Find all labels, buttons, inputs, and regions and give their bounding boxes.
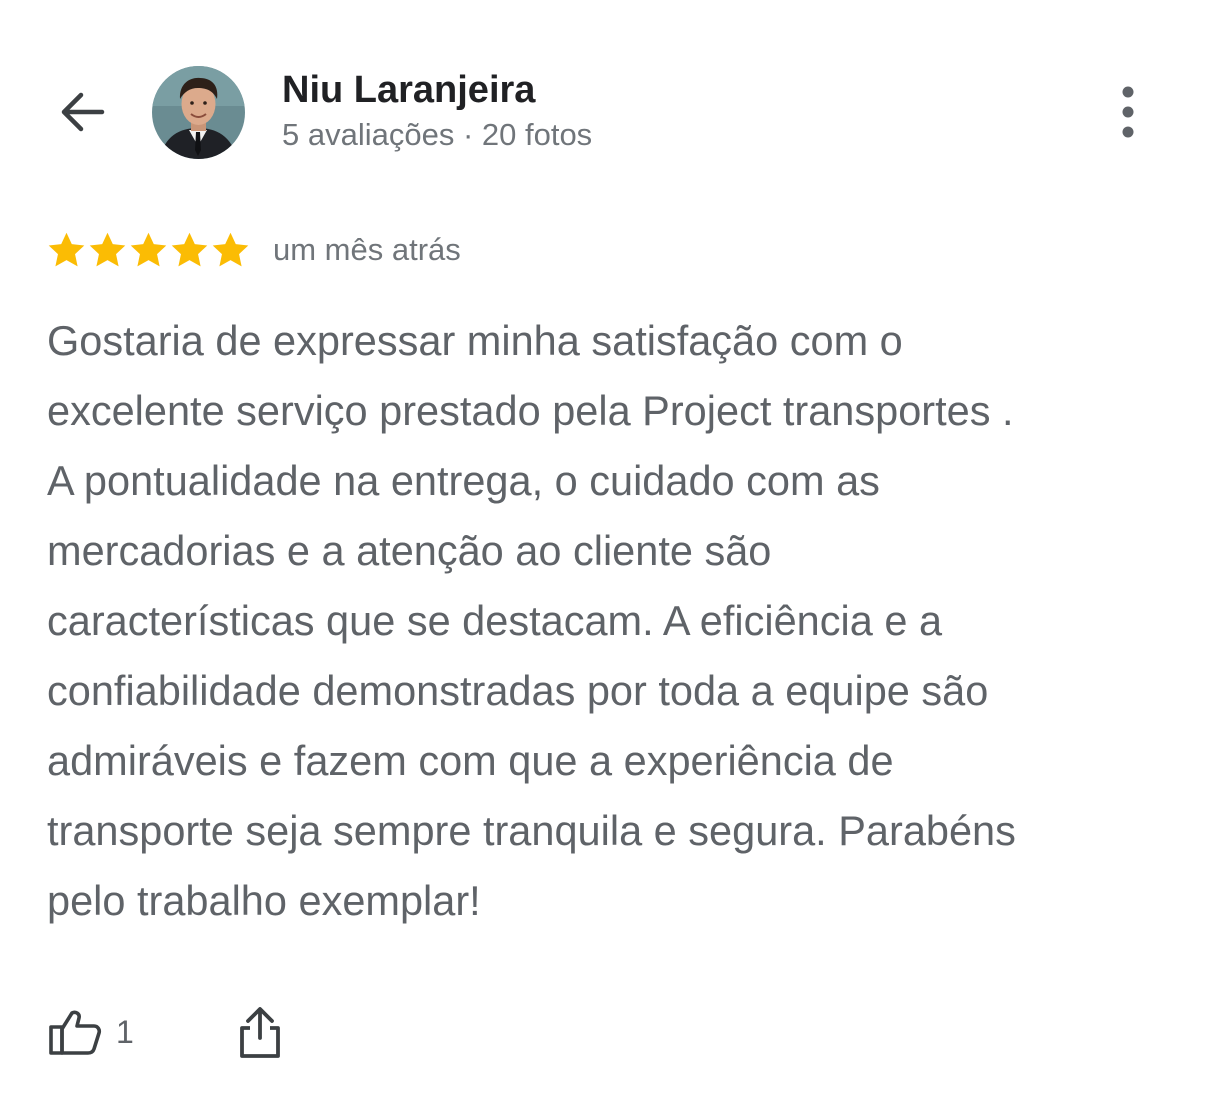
review-text-line: A pontualidade na entrega, o cuidado com… bbox=[47, 457, 880, 504]
review-text-line: pelo trabalho exemplar! bbox=[47, 877, 481, 924]
more-vert-icon bbox=[1122, 86, 1134, 138]
review-text-line: Gostaria de expressar minha satisfação c… bbox=[47, 317, 903, 364]
review-actions: 1 bbox=[46, 1000, 282, 1064]
star-icon bbox=[212, 232, 249, 266]
review-date: um mês atrás bbox=[273, 232, 461, 267]
review-text: Gostaria de expressar minha satisfação c… bbox=[47, 306, 1177, 936]
more-options-button[interactable] bbox=[1104, 84, 1152, 140]
reviewer-meta: 5 avaliações · 20 fotos bbox=[282, 117, 593, 152]
arrow-left-icon bbox=[61, 92, 105, 132]
avatar[interactable] bbox=[152, 66, 245, 159]
star-icon bbox=[130, 232, 167, 266]
review-text-line: mercadorias e a atenção ao cliente são bbox=[47, 527, 772, 574]
star-icon bbox=[48, 232, 85, 266]
star-rating bbox=[46, 230, 251, 271]
like-button[interactable]: 1 bbox=[46, 1008, 134, 1056]
back-button[interactable] bbox=[50, 80, 114, 144]
share-icon bbox=[239, 1007, 280, 1058]
review-text-line: características que se destacam. A efici… bbox=[47, 597, 943, 644]
star-icon bbox=[89, 232, 126, 266]
star-icon bbox=[171, 232, 208, 266]
review-text-line: excelente serviço prestado pela Project … bbox=[47, 387, 1014, 434]
review-text-line: transporte seja sempre tranquila e segur… bbox=[47, 807, 1016, 854]
reviewer-photo bbox=[152, 66, 245, 159]
thumbs-up-icon bbox=[49, 1010, 102, 1055]
review-text-line: confiabilidade demonstradas por toda a e… bbox=[47, 667, 989, 714]
share-button[interactable] bbox=[238, 1004, 282, 1060]
like-count: 1 bbox=[116, 1013, 134, 1050]
reviewer-name[interactable]: Niu Laranjeira bbox=[282, 68, 535, 112]
review-text-line: admiráveis e fazem com que a experiência… bbox=[47, 737, 894, 784]
rating-row: um mês atrás bbox=[46, 226, 461, 274]
